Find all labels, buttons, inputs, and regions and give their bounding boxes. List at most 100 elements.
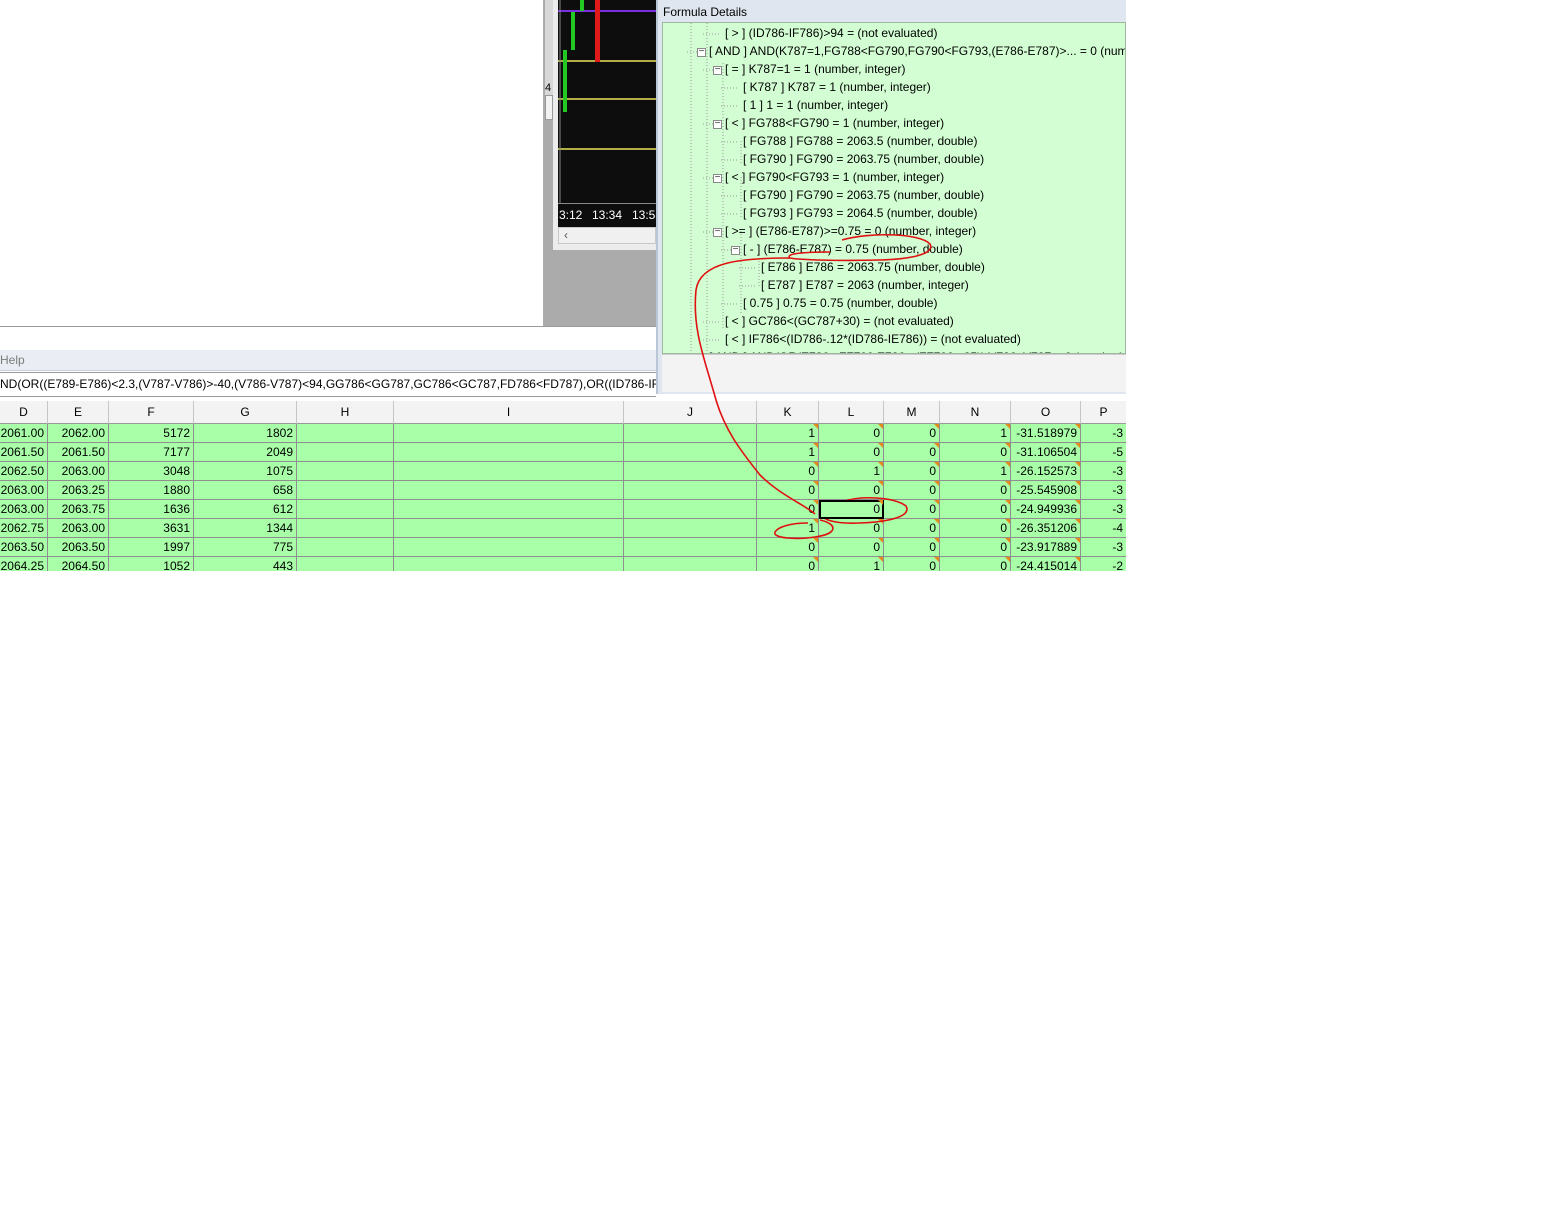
grid-cell-p-row[interactable]: -3 <box>1081 481 1126 500</box>
grid-cell-h-row[interactable] <box>297 538 394 557</box>
grid-cell-i-row[interactable] <box>394 538 624 557</box>
grid-cell-d-row[interactable]: 2062.50 <box>0 462 48 481</box>
pane-divider[interactable] <box>0 326 656 327</box>
column-header-g[interactable]: G <box>194 401 297 424</box>
tree-node[interactable]: [ FG793 ] FG793 = 2064.5 (number, double… <box>743 206 977 220</box>
grid-cell-e-row[interactable]: 2063.00 <box>48 519 109 538</box>
grid-cell-p-row[interactable]: -3 <box>1081 424 1126 443</box>
grid-cell-m-row[interactable]: 0 <box>884 538 940 557</box>
tree-node[interactable]: [ FG790 ] FG790 = 2063.75 (number, doubl… <box>743 188 984 202</box>
grid-cell-j-row[interactable] <box>624 557 757 571</box>
column-header-i[interactable]: I <box>394 401 624 424</box>
grid-cell-d-row[interactable]: 2063.50 <box>0 538 48 557</box>
collapse-icon[interactable]: − <box>713 227 722 237</box>
grid-cell-m-row[interactable]: 0 <box>884 481 940 500</box>
grid-cell-f-row[interactable]: 3048 <box>109 462 194 481</box>
grid-cell-l-row[interactable]: 0 <box>819 424 884 443</box>
grid-cell-i-row[interactable] <box>394 500 624 519</box>
grid-cell-d-row[interactable]: 2061.00 <box>0 424 48 443</box>
formula-bar[interactable]: ND(OR((E789-E786)<2.3,(V787-V786)>-40,(V… <box>0 372 656 397</box>
grid-cell-f-row[interactable]: 3631 <box>109 519 194 538</box>
tree-node[interactable]: [ < ] FG788<FG790 = 1 (number, integer) <box>725 116 944 130</box>
grid-cell-o-row[interactable]: -23.917889 <box>1011 538 1081 557</box>
grid-cell-h-row[interactable] <box>297 481 394 500</box>
grid-cell-k-row[interactable]: 0 <box>757 481 819 500</box>
grid-cell-i-row[interactable] <box>394 443 624 462</box>
grid-cell-k-row[interactable]: 1 <box>757 443 819 462</box>
chart-horizontal-scrollbar[interactable]: ‹ <box>558 227 656 244</box>
column-header-f[interactable]: F <box>109 401 194 424</box>
tree-node[interactable]: [ < ] IF786<(ID786-.12*(ID786-IE786)) = … <box>725 332 1021 346</box>
grid-cell-e-row[interactable]: 2061.50 <box>48 443 109 462</box>
tree-node[interactable]: [ > ] (ID786-IF786)>94 = (not evaluated) <box>725 26 937 40</box>
tree-node[interactable]: [ FG790 ] FG790 = 2063.75 (number, doubl… <box>743 152 984 166</box>
tree-node[interactable]: [ < ] FG790<FG793 = 1 (number, integer) <box>725 170 944 184</box>
grid-cell-k-row[interactable]: 1 <box>757 424 819 443</box>
grid-cell-j-row[interactable] <box>624 462 757 481</box>
tree-node[interactable]: [ K787 ] K787 = 1 (number, integer) <box>743 80 931 94</box>
grid-cell-n-row[interactable]: 0 <box>940 481 1011 500</box>
grid-cell-e-row[interactable]: 2064.50 <box>48 557 109 571</box>
grid-cell-f-row[interactable]: 1880 <box>109 481 194 500</box>
column-header-k[interactable]: K <box>757 401 819 424</box>
tree-node[interactable]: [ 0.75 ] 0.75 = 0.75 (number, double) <box>743 296 937 310</box>
grid-cell-j-row[interactable] <box>624 519 757 538</box>
grid-cell-e-row[interactable]: 2063.50 <box>48 538 109 557</box>
grid-cell-d-row[interactable]: 2063.00 <box>0 500 48 519</box>
grid-cell-o-row[interactable]: -26.152573 <box>1011 462 1081 481</box>
grid-cell-n-row[interactable]: 0 <box>940 519 1011 538</box>
grid-cell-g-row[interactable]: 1344 <box>194 519 297 538</box>
grid-cell-g-row[interactable]: 2049 <box>194 443 297 462</box>
menu-help[interactable]: Help <box>0 353 25 367</box>
tree-node[interactable]: [ < ] GC786<(GC787+30) = (not evaluated) <box>725 314 954 328</box>
grid-cell-p-row[interactable]: -4 <box>1081 519 1126 538</box>
grid-cell-e-row[interactable]: 2063.75 <box>48 500 109 519</box>
grid-cell-o-row[interactable]: -31.106504 <box>1011 443 1081 462</box>
grid-cell-i-row[interactable] <box>394 519 624 538</box>
tree-node[interactable]: [ >= ] (E786-E787)>=0.75 = 0 (number, in… <box>725 224 976 238</box>
grid-cell-l-row[interactable]: 1 <box>819 462 884 481</box>
grid-cell-p-row[interactable]: -3 <box>1081 462 1126 481</box>
grid-cell-g-row[interactable]: 612 <box>194 500 297 519</box>
grid-cell-h-row[interactable] <box>297 443 394 462</box>
grid-cell-n-row[interactable]: 0 <box>940 538 1011 557</box>
grid-cell-g-row[interactable]: 443 <box>194 557 297 571</box>
grid-cell-n-row[interactable]: 1 <box>940 462 1011 481</box>
grid-cell-k-row[interactable]: 0 <box>757 462 819 481</box>
column-header-d[interactable]: D <box>0 401 48 424</box>
tree-node[interactable]: [ 1 ] 1 = 1 (number, integer) <box>743 98 888 112</box>
grid-cell-i-row[interactable] <box>394 557 624 571</box>
column-header-m[interactable]: M <box>884 401 940 424</box>
grid-cell-k-row[interactable]: 0 <box>757 500 819 519</box>
grid-cell-k-row[interactable]: 1 <box>757 519 819 538</box>
grid-cell-l-row[interactable]: 1 <box>819 557 884 571</box>
column-header-j[interactable]: J <box>624 401 757 424</box>
grid-cell-l-row[interactable]: 0 <box>819 500 884 519</box>
collapse-icon[interactable]: − <box>713 173 722 183</box>
grid-cell-m-row[interactable]: 0 <box>884 443 940 462</box>
column-header-l[interactable]: L <box>819 401 884 424</box>
grid-cell-j-row[interactable] <box>624 538 757 557</box>
grid-cell-f-row[interactable]: 1636 <box>109 500 194 519</box>
grid-cell-n-row[interactable]: 0 <box>940 500 1011 519</box>
tree-node[interactable]: [ E786 ] E786 = 2063.75 (number, double) <box>761 260 985 274</box>
grid-cell-m-row[interactable]: 0 <box>884 519 940 538</box>
grid-cell-f-row[interactable]: 1052 <box>109 557 194 571</box>
grid-cell-f-row[interactable]: 5172 <box>109 424 194 443</box>
grid-cell-j-row[interactable] <box>624 443 757 462</box>
scroll-left-arrow-icon[interactable]: ‹ <box>564 228 568 242</box>
grid-cell-m-row[interactable]: 0 <box>884 462 940 481</box>
grid-cell-h-row[interactable] <box>297 462 394 481</box>
grid-cell-k-row[interactable]: 0 <box>757 538 819 557</box>
grid-cell-j-row[interactable] <box>624 500 757 519</box>
collapse-icon[interactable]: − <box>731 245 740 255</box>
tree-node[interactable]: [ FG788 ] FG788 = 2063.5 (number, double… <box>743 134 977 148</box>
collapse-icon[interactable]: − <box>713 119 722 129</box>
grid-cell-p-row[interactable]: -2 <box>1081 557 1126 571</box>
grid-cell-g-row[interactable]: 1802 <box>194 424 297 443</box>
grid-cell-o-row[interactable]: -26.351206 <box>1011 519 1081 538</box>
grid-cell-i-row[interactable] <box>394 481 624 500</box>
column-header-n[interactable]: N <box>940 401 1011 424</box>
grid-cell-o-row[interactable]: -31.518979 <box>1011 424 1081 443</box>
grid-cell-j-row[interactable] <box>624 424 757 443</box>
